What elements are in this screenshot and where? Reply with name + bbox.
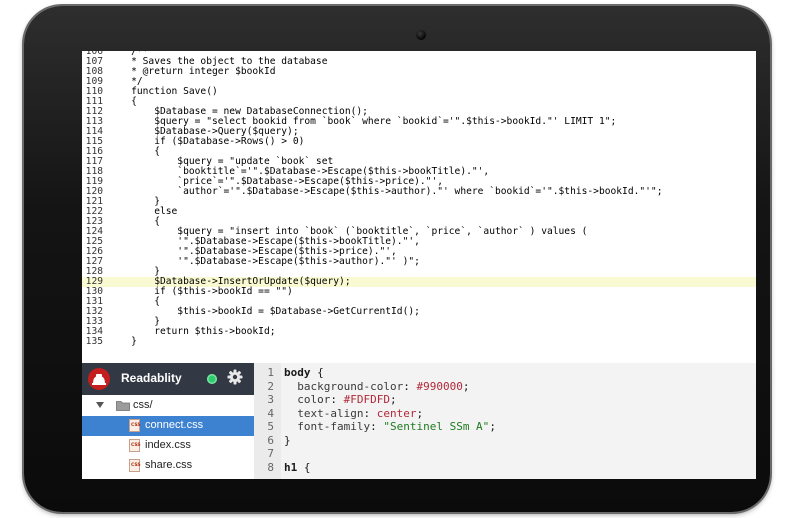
css-code-editor[interactable]: 1 body {2 background-color: #990000; 3 col… — [254, 363, 756, 479]
tree-folder-label: css/ — [133, 399, 153, 411]
code-line[interactable]: 108 * @return integer $bookId — [82, 67, 756, 77]
tree-file-connect-css[interactable]: CSS connect.css — [82, 416, 254, 436]
app-logo-icon — [88, 368, 110, 390]
css-token: font-family — [284, 420, 371, 433]
css-token: background-color — [284, 379, 404, 393]
code-line[interactable]: 132 $this->bookId = $Database->GetCurren… — [82, 307, 756, 317]
css-token: #FDFDFD — [343, 393, 390, 406]
code-text: `author`='".$Database->Escape($this->aut… — [108, 186, 663, 197]
css-token: center — [376, 406, 417, 420]
line-number: 2 — [267, 379, 274, 393]
css-file-icon: CSS — [129, 419, 141, 432]
tree-file-index-css[interactable]: CSS index.css — [82, 436, 254, 456]
line-number: 135 — [85, 336, 103, 347]
php-code-editor[interactable]: 106 /** 107 * Saves the object to the dat… — [82, 51, 756, 361]
css-file-icon: CSS — [129, 459, 141, 472]
css-token: { — [297, 460, 311, 474]
file-sidebar: Readablity css/ CSS connect.css CSS inde… — [82, 363, 254, 479]
code-line[interactable]: 130 if ($this->bookId == "") — [82, 287, 756, 297]
css-code-text: color: #FDFDFD; — [284, 393, 397, 406]
line-number: 8 — [267, 460, 274, 474]
css-token: #990000 — [416, 379, 463, 393]
css-code-text: text-align: center; — [284, 407, 423, 420]
css-token: color — [284, 393, 331, 406]
css-token: body — [284, 366, 311, 379]
tree-file-label: connect.css — [145, 419, 204, 431]
css-token: ; — [416, 406, 424, 420]
css-token: text-align — [284, 406, 364, 420]
code-text: } — [108, 336, 137, 347]
css-token: : — [330, 393, 344, 406]
css-token: : — [370, 420, 384, 433]
code-line[interactable]: 134 return $this->bookId; — [82, 327, 756, 337]
css-token: h1 — [284, 460, 298, 474]
folder-icon — [116, 401, 130, 411]
camera-icon — [416, 30, 426, 40]
line-number: 3 — [267, 393, 274, 406]
caret-down-icon[interactable] — [96, 402, 104, 408]
line-number: 1 — [267, 366, 274, 379]
code-line[interactable]: 122 else — [82, 207, 756, 217]
tree-file-share-css[interactable]: CSS share.css — [82, 456, 254, 476]
css-code-text: body { — [284, 366, 324, 379]
css-code-text: h1 { — [284, 461, 311, 474]
code-line[interactable]: 121 } — [82, 197, 756, 207]
css-token: : — [403, 379, 417, 393]
tree-folder-css[interactable]: css/ — [82, 396, 254, 416]
css-code-text: } — [284, 434, 291, 447]
code-line[interactable]: 110 function Save() — [82, 87, 756, 97]
status-dot-icon[interactable] — [207, 374, 217, 384]
line-number: 4 — [267, 406, 274, 420]
css-token: } — [284, 433, 291, 447]
sidebar-header: Readablity — [82, 363, 254, 395]
css-file-icon: CSS — [129, 439, 141, 452]
code-line[interactable]: 120 `author`='".$Database->Escape($this-… — [82, 187, 756, 197]
css-code-text: background-color: #990000; — [284, 380, 469, 393]
tablet-frame: 106 /** 107 * Saves the object to the dat… — [24, 6, 770, 512]
gear-icon[interactable] — [227, 369, 243, 385]
app-title: Readablity — [121, 371, 182, 385]
css-token: ; — [489, 420, 496, 433]
css-token: ; — [389, 393, 397, 406]
code-line[interactable]: 127 '".$Database->Escape($this->author).… — [82, 257, 756, 267]
css-token: "Sentinel SSm A" — [383, 420, 490, 433]
css-token: : — [363, 406, 377, 420]
css-token: { — [310, 366, 324, 379]
css-code-text: font-family: "Sentinel SSm A"; — [284, 420, 496, 433]
code-line[interactable]: 115 if ($Database->Rows() > 0) — [82, 137, 756, 147]
tablet-screen: 106 /** 107 * Saves the object to the dat… — [82, 51, 756, 479]
tree-file-label: share.css — [145, 459, 193, 471]
line-number: 5 — [267, 420, 274, 433]
code-line[interactable]: 135 } — [82, 337, 756, 347]
tree-file-label: index.css — [145, 439, 191, 451]
line-number: 6 — [267, 433, 274, 447]
css-token: ; — [462, 379, 470, 393]
line-number: 7 — [267, 447, 274, 460]
